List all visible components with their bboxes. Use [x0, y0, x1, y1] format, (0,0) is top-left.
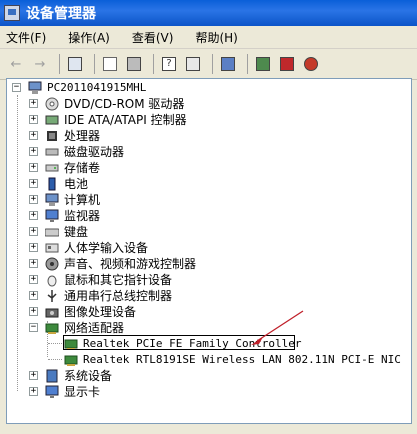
menu-help[interactable]: 帮助(H)	[195, 29, 237, 46]
device-tree-pane[interactable]: − PC2011041915MHL + DVD/CD-ROM 驱动器 + IDE…	[6, 78, 412, 424]
menu-view[interactable]: 查看(V)	[132, 29, 174, 46]
toolbar-separator	[212, 54, 213, 74]
back-icon[interactable]: ←	[6, 54, 26, 74]
uninstall-icon[interactable]	[277, 54, 297, 74]
display-adapter-icon	[44, 385, 60, 399]
toolbar-separator	[247, 54, 248, 74]
help-icon[interactable]: ?	[159, 54, 179, 74]
toolbar-separator	[153, 54, 154, 74]
properties-icon[interactable]	[100, 54, 120, 74]
print-icon[interactable]	[124, 54, 144, 74]
category-label: 显示卡	[64, 385, 101, 399]
menu-action[interactable]: 操作(A)	[68, 29, 110, 46]
device-manager-icon	[4, 5, 20, 21]
menu-bar: 文件(F) 操作(A) 查看(V) 帮助(H)	[0, 26, 417, 49]
expand-toggle[interactable]: +	[29, 387, 38, 396]
forward-icon[interactable]: →	[30, 54, 50, 74]
scan-hardware-icon[interactable]	[218, 54, 238, 74]
toolbar-separator	[59, 54, 60, 74]
menu-file[interactable]: 文件(F)	[6, 29, 46, 46]
window-title: 设备管理器	[26, 6, 96, 22]
toolbar-separator	[94, 54, 95, 74]
tree-item-display-adapters[interactable]: + 显示卡	[29, 383, 100, 400]
update-driver-icon[interactable]	[253, 54, 273, 74]
annotation-arrow	[251, 310, 304, 345]
title-bar[interactable]: 设备管理器	[0, 0, 417, 26]
disable-icon[interactable]	[301, 54, 321, 74]
show-hide-console-tree-icon[interactable]	[65, 54, 85, 74]
export-icon[interactable]	[183, 54, 203, 74]
toolbar: ← → ?	[0, 49, 417, 80]
device-manager-window: 设备管理器 文件(F) 操作(A) 查看(V) 帮助(H) ← → ? − PC…	[0, 0, 417, 434]
